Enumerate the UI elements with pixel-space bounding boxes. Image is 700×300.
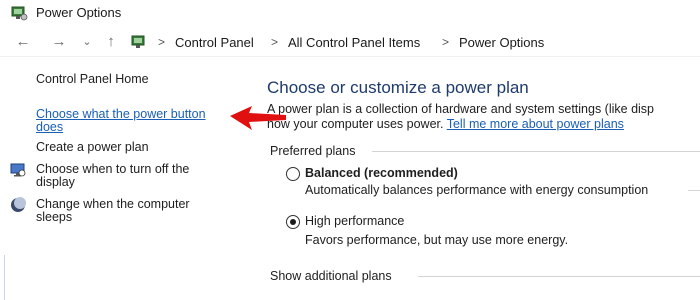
breadcrumb-separator: > [442,35,450,49]
plan-name-high-performance[interactable]: High performance [305,214,404,228]
chevron-down-icon[interactable]: ⌄ [80,32,94,52]
sidebar-item-computer-sleeps-line2[interactable]: sleeps [36,211,72,224]
sidebar-item-control-panel-home[interactable]: Control Panel Home [36,73,149,86]
monitor-icon [10,163,26,177]
show-additional-plans-label[interactable]: Show additional plans [270,269,392,283]
plan-name-balanced[interactable]: Balanced (recommended) [305,166,458,180]
power-options-icon [11,6,28,21]
page-title: Choose or customize a power plan [267,78,529,97]
plan-desc-high-performance: Favors performance, but may use more ene… [305,233,569,247]
page-description: A power plan is a collection of hardware… [267,102,700,132]
sidebar-item-power-button-line2[interactable]: does [36,121,63,134]
learn-more-link[interactable]: Tell me more about power plans [447,117,624,131]
plan-desc-balanced: Automatically balances performance with … [305,183,649,197]
annotation-arrow-icon [230,106,286,130]
preferred-plans-label: Preferred plans [270,144,356,158]
description-line1: A power plan is a collection of hardware… [267,102,654,116]
moon-icon [11,197,26,212]
breadcrumb-control-panel[interactable]: Control Panel [175,35,254,50]
pane-edge [4,255,5,300]
breadcrumb-separator: > [271,35,279,49]
window-title: Power Options [36,5,122,20]
breadcrumb-separator: > [158,35,166,49]
up-arrow-icon[interactable]: ↑ [100,32,122,52]
section-divider [418,276,700,277]
description-line2: how your computer uses power. Tell me mo… [267,117,700,132]
breadcrumb-power-options[interactable]: Power Options [459,35,544,50]
back-arrow-icon[interactable]: ← [12,32,34,52]
forward-arrow-icon[interactable]: → [48,32,70,52]
sidebar-item-create-plan[interactable]: Create a power plan [36,141,149,154]
section-divider [372,151,700,152]
control-panel-icon [131,35,145,48]
radio-selected-dot [290,219,296,225]
description-line2-text: how your computer uses power. [267,117,447,131]
radio-balanced[interactable] [286,167,300,181]
breadcrumb-all-items[interactable]: All Control Panel Items [288,35,420,50]
title-bar: Power Options [0,0,700,26]
radio-high-performance[interactable] [286,215,300,229]
plan-divider [688,190,700,191]
sidebar-item-turn-off-display-line2[interactable]: display [36,176,75,189]
